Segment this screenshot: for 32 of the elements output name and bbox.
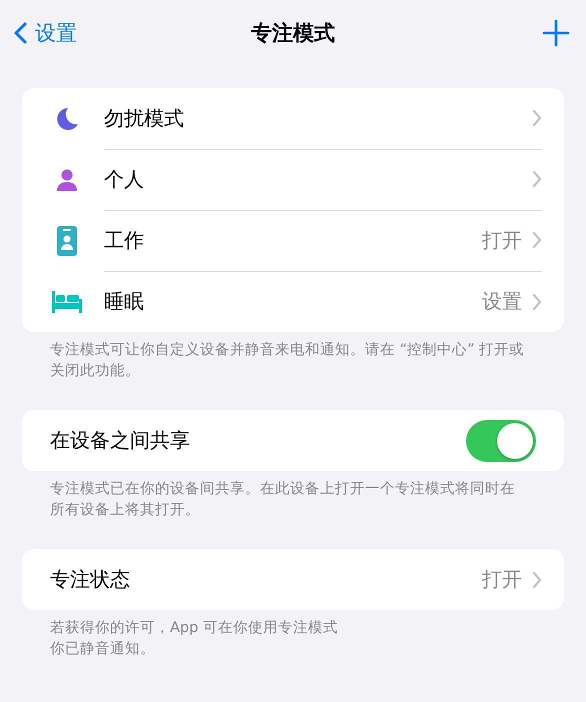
chevron-icon: [532, 170, 542, 188]
focus-mode-item[interactable]: 睡眠 设置: [104, 271, 542, 332]
bed-icon: [51, 290, 83, 312]
back-chevron-icon: [14, 22, 27, 44]
status-footer-text: 若获得你的许可，App 可在你使用专注模式 你已静音通知。: [50, 619, 339, 659]
chevron-icon: [532, 231, 542, 249]
page-title: 专注模式: [251, 20, 335, 47]
focus-mode-item[interactable]: 个人: [104, 148, 542, 210]
focus-mode-label: 勿扰模式: [104, 104, 185, 132]
plus-icon: [542, 19, 570, 47]
back-button[interactable]: 设置: [14, 19, 77, 47]
status-value: 打开: [482, 566, 522, 593]
chevron-icon: [532, 292, 542, 310]
focus-mode-status: 设置: [482, 288, 522, 315]
person-icon: [56, 168, 78, 192]
status-label: 专注状态: [50, 566, 131, 593]
chevron-icon: [532, 109, 542, 127]
focus-mode-label: 睡眠: [104, 288, 145, 315]
focus-footer-text: 专注模式可让你自定义设备并静音来电和通知。请在 “控制中心” 打开或关闭此功能。: [50, 340, 526, 381]
add-button[interactable]: [542, 19, 570, 47]
focus-mode-item[interactable]: 工作 打开: [104, 210, 542, 272]
chevron-icon: [532, 570, 542, 588]
moon-icon: [54, 106, 80, 132]
focus-mode-label: 个人: [104, 166, 145, 192]
focus-mode-label: 工作: [104, 226, 145, 254]
share-toggle[interactable]: [466, 420, 536, 462]
share-footer-text: 专注模式已在你的设备间共享。在此设备上打开一个专注模式将同时在所有设备上将其打开。: [50, 480, 516, 520]
focus-mode-status: 打开: [482, 226, 522, 254]
status-card[interactable]: 专注状态 打开: [22, 549, 564, 610]
focus-mode-item[interactable]: 勿扰模式: [104, 88, 542, 150]
id-badge-icon: [57, 226, 77, 256]
share-label: 在设备之间共享: [50, 427, 191, 454]
